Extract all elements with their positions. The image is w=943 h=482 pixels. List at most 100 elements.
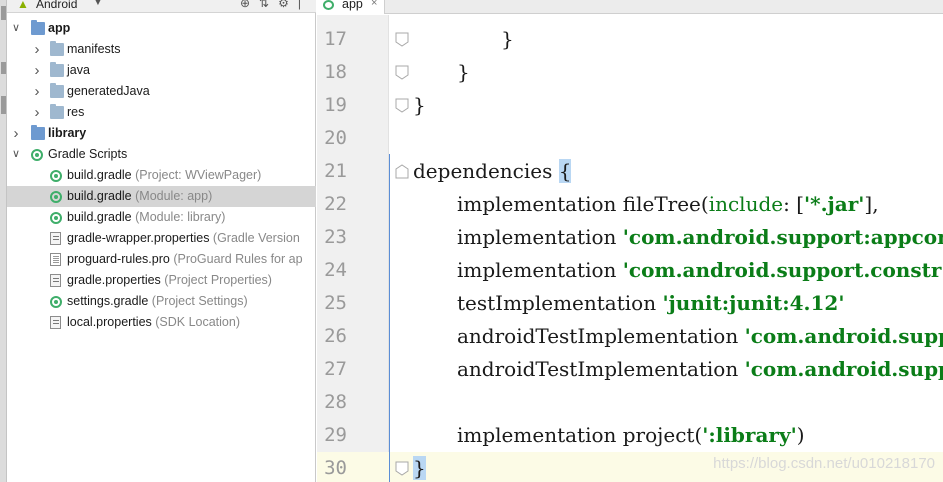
code-line[interactable]: 19} bbox=[317, 89, 943, 122]
locate-icon[interactable]: ⊕ bbox=[240, 0, 259, 10]
gear-icon[interactable]: ⚙ bbox=[278, 0, 298, 10]
chevron-right-icon[interactable]: › bbox=[32, 81, 42, 102]
code-line[interactable]: 17} bbox=[317, 23, 943, 56]
chevron-right-icon[interactable]: › bbox=[32, 102, 42, 123]
tree-item-text: java bbox=[67, 60, 90, 81]
chevron-right-icon[interactable]: › bbox=[32, 39, 42, 60]
code-text[interactable]: testImplementation 'junit:junit:4.12' bbox=[457, 287, 844, 320]
code-line[interactable]: 20 bbox=[317, 122, 943, 155]
hide-panel-icon[interactable]: | bbox=[298, 0, 310, 10]
line-number[interactable]: 27 bbox=[317, 353, 347, 386]
tree-item[interactable]: settings.gradle (Project Settings) bbox=[7, 291, 316, 312]
code-line[interactable]: 18} bbox=[317, 56, 943, 89]
code-text[interactable]: } bbox=[501, 23, 514, 56]
chevron-down-icon[interactable]: ∨ bbox=[11, 18, 21, 39]
tree-item[interactable]: › res bbox=[7, 102, 316, 123]
line-number[interactable]: 19 bbox=[317, 89, 347, 122]
code-line[interactable]: 28 bbox=[317, 386, 943, 419]
code-line[interactable]: 22 implementation fileTree(include: ['*.j… bbox=[317, 188, 943, 221]
code-line[interactable]: 27 androidTestImplementation 'com.android… bbox=[317, 353, 943, 386]
code-token: implementation fileTree( bbox=[457, 192, 709, 216]
collapse-all-icon[interactable]: ⇅ bbox=[259, 0, 278, 10]
fold-start-icon[interactable] bbox=[395, 164, 409, 179]
tree-item[interactable]: ∨ Gradle Scripts bbox=[7, 144, 316, 165]
tree-item[interactable]: › generatedJava bbox=[7, 81, 316, 102]
tree-item[interactable]: build.gradle (Module: library) bbox=[7, 207, 316, 228]
code-line[interactable]: 21 dependencies { bbox=[317, 155, 943, 188]
chevron-down-icon[interactable]: ∨ bbox=[11, 144, 21, 165]
tree-item-label: java bbox=[67, 63, 90, 77]
line-number[interactable]: 23 bbox=[317, 221, 347, 254]
line-number[interactable]: 24 bbox=[317, 254, 347, 287]
tool-window-button[interactable] bbox=[1, 6, 6, 20]
tool-window-button[interactable] bbox=[1, 62, 6, 74]
line-number[interactable]: 17 bbox=[317, 23, 347, 56]
tree-item[interactable]: build.gradle (Project: WViewPager) bbox=[7, 165, 316, 186]
tree-item[interactable]: gradle.properties (Project Properties) bbox=[7, 270, 316, 291]
tree-item[interactable]: › java bbox=[7, 60, 316, 81]
line-number[interactable]: 30 bbox=[317, 452, 347, 482]
tree-item-label: Gradle Scripts bbox=[48, 147, 128, 161]
tree-item[interactable]: build.gradle (Module: app) bbox=[7, 186, 316, 207]
tree-item-label: manifests bbox=[67, 42, 121, 56]
tab-label: app bbox=[342, 0, 363, 11]
tree-item-label: build.gradle bbox=[67, 168, 132, 182]
gradle-icon bbox=[31, 149, 43, 161]
tab-app[interactable]: app × bbox=[317, 0, 385, 14]
tree-item-label: local.properties bbox=[67, 315, 152, 329]
code-text[interactable]: androidTestImplementation 'com.android.s… bbox=[457, 320, 943, 353]
string-literal: 'com.android.support:appcom bbox=[622, 225, 943, 249]
folder-icon bbox=[50, 83, 64, 98]
code-token: implementation bbox=[457, 225, 623, 249]
line-number[interactable]: 22 bbox=[317, 188, 347, 221]
code-line[interactable]: 29 implementation project(':library') bbox=[317, 419, 943, 452]
tree-item[interactable]: local.properties (SDK Location) bbox=[7, 312, 316, 333]
chevron-right-icon[interactable]: › bbox=[11, 123, 21, 144]
fold-end-icon[interactable] bbox=[395, 461, 409, 476]
line-number[interactable]: 21 bbox=[317, 155, 347, 188]
fold-end-icon[interactable] bbox=[395, 32, 409, 47]
code-text[interactable]: } bbox=[413, 89, 426, 122]
code-text[interactable]: } bbox=[457, 56, 470, 89]
code-text[interactable]: implementation project(':library') bbox=[457, 419, 805, 452]
tree-item-text: library bbox=[48, 123, 86, 144]
code-text[interactable]: dependencies { bbox=[413, 155, 572, 188]
line-number[interactable]: 18 bbox=[317, 56, 347, 89]
line-number[interactable]: 26 bbox=[317, 320, 347, 353]
code-text[interactable]: } bbox=[413, 452, 426, 482]
code-editor[interactable]: app × 17} 18} 19} 20 21 dependencies {22 imple… bbox=[317, 0, 943, 482]
line-number[interactable]: 20 bbox=[317, 122, 347, 155]
project-tree: ∨ app › manifests › java › generatedJava › res › li… bbox=[7, 18, 316, 333]
code-line[interactable]: 26 androidTestImplementation 'com.android… bbox=[317, 320, 943, 353]
line-number[interactable]: 25 bbox=[317, 287, 347, 320]
text-file-icon bbox=[50, 253, 61, 266]
fold-end-icon[interactable] bbox=[395, 65, 409, 80]
tree-item-hint: (Project Properties) bbox=[160, 273, 272, 287]
fold-end-icon[interactable] bbox=[395, 98, 409, 113]
code-line[interactable]: 24 implementation 'com.android.support.co… bbox=[317, 254, 943, 287]
tree-item[interactable]: › library bbox=[7, 123, 316, 144]
code-line[interactable]: 25 testImplementation 'junit:junit:4.12' bbox=[317, 287, 943, 320]
code-line[interactable]: 23 implementation 'com.android.support:ap… bbox=[317, 221, 943, 254]
code-token: implementation project( bbox=[457, 423, 703, 447]
gradle-icon bbox=[50, 296, 62, 308]
code-text[interactable]: androidTestImplementation 'com.android.s… bbox=[457, 353, 943, 386]
tree-item[interactable]: ∨ app bbox=[7, 18, 316, 39]
tree-item[interactable]: proguard-rules.pro (ProGuard Rules for a… bbox=[7, 249, 316, 270]
tool-window-button[interactable] bbox=[1, 96, 6, 114]
close-icon[interactable]: × bbox=[371, 0, 377, 9]
left-tool-strip[interactable] bbox=[0, 0, 7, 482]
code-text[interactable]: implementation 'com.android.support.cons… bbox=[457, 254, 941, 287]
code-text[interactable]: implementation 'com.android.support:appc… bbox=[457, 221, 943, 254]
chevron-right-icon[interactable]: › bbox=[32, 60, 42, 81]
chevron-down-icon[interactable]: ▼ bbox=[93, 0, 103, 8]
tree-item[interactable]: › manifests bbox=[7, 39, 316, 60]
project-view-selector[interactable]: Android bbox=[36, 0, 77, 11]
code-token: : [ bbox=[783, 192, 805, 216]
module-folder-icon bbox=[31, 20, 45, 35]
line-number[interactable]: 29 bbox=[317, 419, 347, 452]
code-area[interactable]: 17} 18} 19} 20 21 dependencies {22 implementat… bbox=[317, 23, 943, 482]
code-text[interactable]: implementation fileTree(include: ['*.jar… bbox=[457, 188, 885, 221]
line-number[interactable]: 28 bbox=[317, 386, 347, 419]
tree-item[interactable]: gradle-wrapper.properties (Gradle Versio… bbox=[7, 228, 316, 249]
